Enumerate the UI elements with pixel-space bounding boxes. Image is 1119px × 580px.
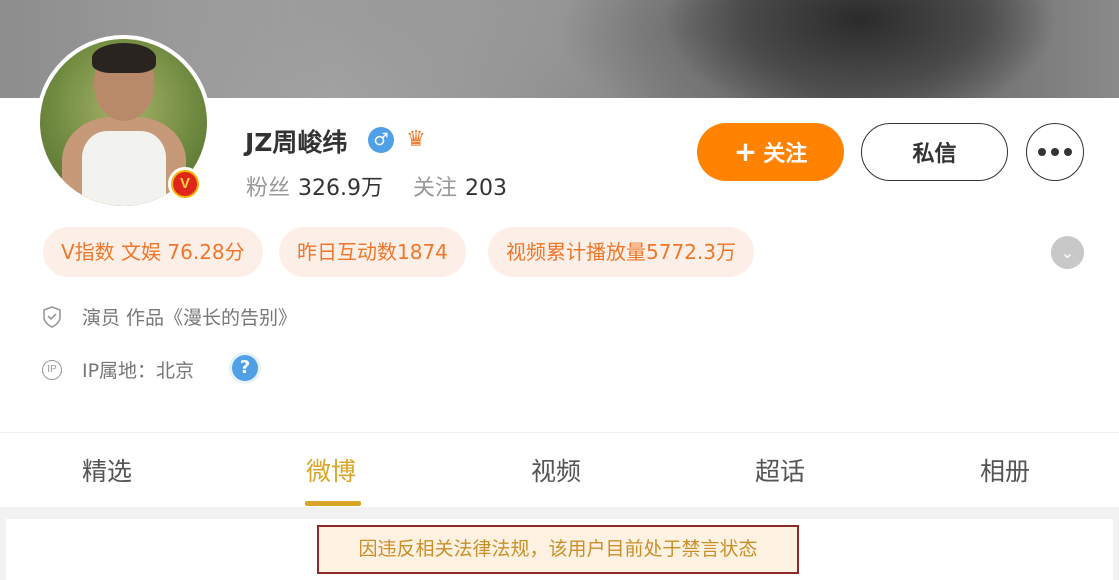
fans-count[interactable]: 326.9万: [298, 176, 383, 201]
ip-location-text: IP属地：北京: [82, 360, 195, 382]
shield-icon: [43, 305, 61, 328]
more-dot: [1064, 148, 1072, 156]
message-button-label: 私信: [912, 142, 957, 167]
video-views-pill[interactable]: 视频累计播放量5772.3万: [488, 227, 754, 277]
ip-location-row: IP IP属地：北京: [42, 356, 194, 383]
help-icon[interactable]: ?: [232, 355, 258, 381]
chevron-down-icon[interactable]: ⌄: [1051, 236, 1084, 269]
more-dot: [1051, 148, 1059, 156]
profile-stats: 粉丝 326.9万 关注 203: [246, 170, 537, 202]
follow-button-label: 关注: [763, 142, 808, 167]
male-icon: ♂: [368, 127, 394, 153]
ip-icon: IP: [42, 359, 62, 380]
v-index-pill[interactable]: V指数 文娱 76.28分: [43, 227, 263, 277]
active-tab-indicator: [305, 501, 361, 506]
interaction-count-pill[interactable]: 昨日互动数1874: [279, 227, 466, 277]
crown-icon[interactable]: ♛: [402, 126, 430, 154]
verified-badge-icon: V: [168, 167, 202, 201]
tab-featured[interactable]: 精选: [82, 452, 132, 488]
follow-button[interactable]: + 关注: [697, 123, 844, 181]
tab-album[interactable]: 相册: [980, 452, 1030, 488]
tab-super-topic[interactable]: 超话: [755, 452, 805, 488]
following-count[interactable]: 203: [465, 176, 507, 201]
ban-notice: 因违反相关法律法规，该用户目前处于禁言状态: [317, 525, 799, 574]
occupation-row: 演员 作品《漫长的告别》: [42, 303, 297, 330]
occupation-text: 演员 作品《漫长的告别》: [82, 307, 298, 329]
more-options-button[interactable]: [1026, 123, 1084, 181]
tabs-divider: [0, 432, 1119, 433]
more-dots-icon: [1038, 148, 1046, 156]
message-button[interactable]: 私信: [861, 123, 1008, 181]
following-label: 关注: [413, 176, 458, 201]
verified-badge-letter: V: [173, 172, 197, 196]
tab-weibo[interactable]: 微博: [306, 452, 356, 488]
plus-icon: +: [733, 135, 758, 168]
tab-video[interactable]: 视频: [531, 452, 581, 488]
profile-name: JZ周峻纬: [245, 128, 348, 157]
fans-label: 粉丝: [246, 176, 291, 201]
